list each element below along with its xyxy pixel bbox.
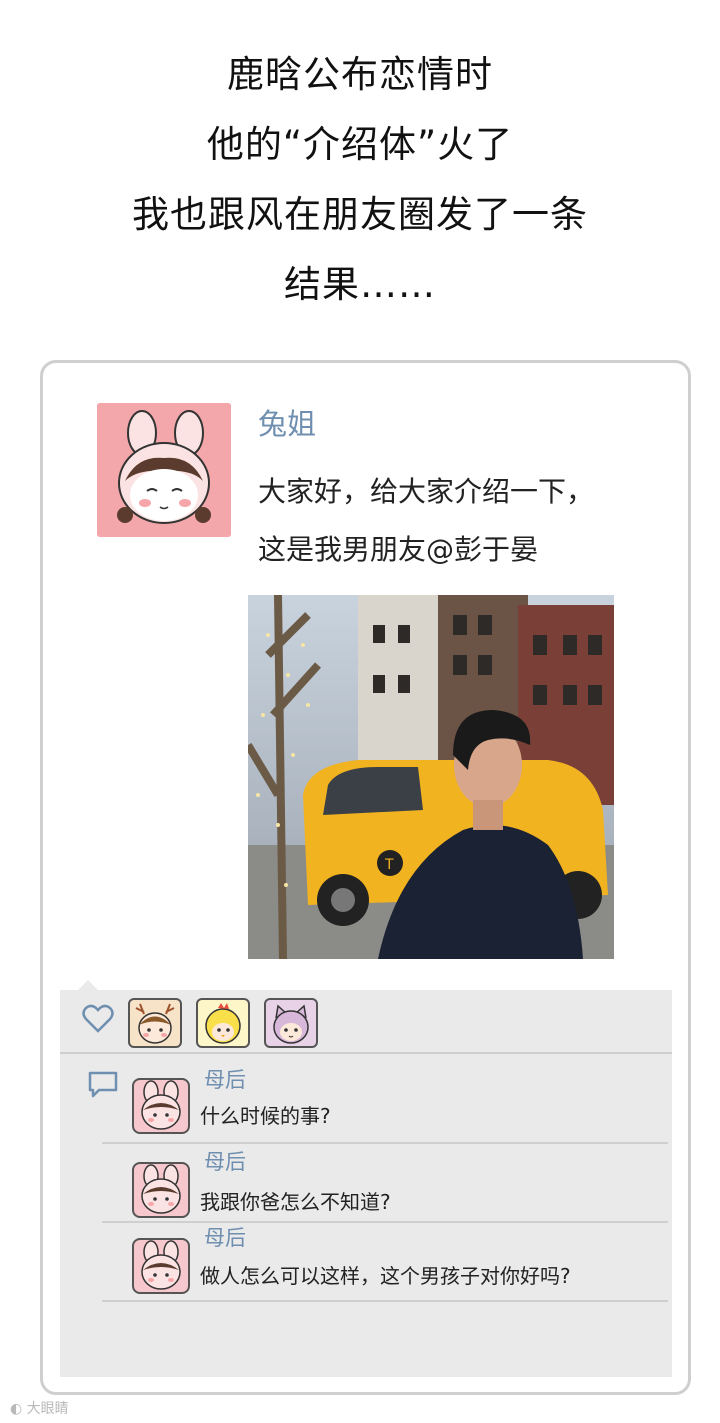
comment-text: 我跟你爸怎么不知道? — [200, 1190, 391, 1214]
headline-line-3: 我也跟风在朋友圈发了一条 — [132, 193, 588, 236]
post-text: 大家好，给大家介绍一下， 这是我男朋友@彭于晏 — [258, 463, 678, 579]
commenter-avatar[interactable] — [132, 1162, 190, 1218]
commenter-avatar[interactable] — [132, 1238, 190, 1294]
commenter-name[interactable]: 母后 — [204, 1146, 246, 1176]
street-photo-image: T — [248, 595, 614, 959]
bunny-girl-avatar-icon — [97, 403, 231, 537]
commenter-name[interactable]: 母后 — [204, 1222, 246, 1252]
post-text-line-1: 大家好，给大家介绍一下， — [258, 475, 595, 508]
likes-row — [60, 990, 672, 1054]
post-text-line-2: 这是我男朋友@彭于晏 — [258, 533, 539, 566]
panel-notch — [78, 980, 98, 990]
comment-divider — [102, 1142, 668, 1144]
cat-avatar-icon — [273, 1004, 309, 1044]
comment-divider — [102, 1300, 668, 1302]
like-avatar-chick[interactable] — [196, 998, 250, 1048]
bunny-mom-avatar-icon — [141, 1080, 181, 1130]
headline-line-1: 鹿晗公布恋情时 — [227, 53, 493, 96]
watermark-logo-icon: ◐ — [10, 1401, 27, 1417]
like-avatar-cat[interactable] — [264, 998, 318, 1048]
headline-line-2: 他的“介绍体”火了 — [206, 123, 514, 166]
svg-text:T: T — [384, 857, 394, 873]
comment-icon[interactable] — [87, 1070, 119, 1100]
comment-text: 什么时候的事? — [200, 1104, 331, 1128]
chick-avatar-icon — [205, 1003, 241, 1044]
interaction-panel: 母后 什么时候的事? 母后 我跟你爸怎么不知道? 母后 做人怎么可以这样，这个男… — [60, 980, 672, 1377]
bunny-mom-avatar-icon — [141, 1240, 181, 1290]
poster-avatar[interactable] — [97, 403, 231, 537]
comment-text: 做人怎么可以这样，这个男孩子对你好吗? — [200, 1264, 571, 1288]
commenter-name[interactable]: 母后 — [204, 1064, 246, 1094]
deer-avatar-icon — [135, 1003, 175, 1044]
headline: 鹿晗公布恋情时 他的“介绍体”火了 我也跟风在朋友圈发了一条 结果…… — [0, 40, 720, 320]
post-photo[interactable]: T — [248, 595, 614, 959]
bunny-mom-avatar-icon — [141, 1164, 181, 1214]
headline-line-4: 结果…… — [284, 263, 436, 306]
comment-divider — [102, 1221, 668, 1223]
moments-post-card: 兔姐 大家好，给大家介绍一下， 这是我男朋友@彭于晏 T 母后 什么时候的事? … — [40, 360, 691, 1395]
poster-name[interactable]: 兔姐 — [258, 401, 316, 443]
commenter-avatar[interactable] — [132, 1078, 190, 1134]
watermark-text: 大眼睛 — [26, 1401, 69, 1417]
watermark: ◐ 大眼睛 — [10, 1398, 69, 1418]
heart-icon[interactable] — [82, 1004, 114, 1034]
like-avatar-deer[interactable] — [128, 998, 182, 1048]
